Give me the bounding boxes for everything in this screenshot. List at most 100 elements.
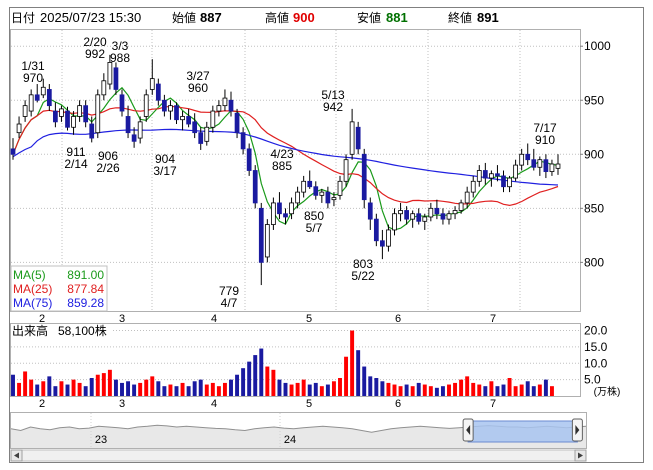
annotation-date: 2/26 — [96, 161, 120, 175]
candle-body — [410, 213, 416, 220]
candle-body — [22, 105, 28, 117]
candle-body — [464, 191, 470, 204]
volume-bar — [180, 382, 185, 396]
candle-body — [398, 210, 403, 215]
volume-bar — [162, 386, 167, 396]
volume-bar — [295, 382, 300, 396]
candle-body — [331, 197, 337, 201]
volume-bar — [398, 386, 403, 396]
volume-bar — [271, 369, 276, 396]
candle-body — [404, 210, 409, 220]
candle-body — [537, 159, 543, 168]
candle-body — [222, 97, 228, 107]
candle-body — [107, 62, 113, 85]
volume-bar — [53, 386, 58, 396]
candle-body — [162, 99, 167, 112]
candle-body — [482, 170, 488, 179]
volume-label: 出来高 — [12, 323, 48, 338]
candle-body — [258, 207, 264, 263]
volume-bar — [440, 386, 445, 396]
volume-bar — [265, 366, 270, 396]
candle-body — [428, 207, 434, 218]
volume-bar — [289, 384, 294, 396]
candle-body — [295, 191, 300, 204]
candle-body — [555, 163, 561, 169]
volume-bar — [168, 384, 173, 396]
volume-x-month-label: 7 — [490, 398, 496, 410]
volume-bar — [471, 382, 476, 396]
close-label: 終値 — [448, 10, 472, 25]
candle-body — [277, 202, 282, 215]
candle-body — [186, 116, 191, 125]
annotation-value: 910 — [535, 133, 555, 147]
candle-body — [101, 80, 107, 96]
volume-y-tick-label: 15.0 — [584, 340, 608, 354]
volume-bar — [253, 355, 258, 396]
candle-body — [361, 153, 367, 201]
open-label: 始値 — [172, 10, 196, 25]
volume-bar — [507, 378, 512, 396]
volume-bar — [95, 374, 100, 396]
annotation-date: 3/17 — [153, 164, 177, 178]
volume-bar — [174, 386, 179, 396]
volume-bar — [107, 369, 112, 396]
volume-bar — [489, 381, 494, 396]
volume-bar — [59, 381, 64, 396]
price-y-tick-label: 800 — [584, 255, 604, 269]
candle-body — [40, 86, 46, 96]
ma-legend: MA(5) 891.00 MA(25) 877.84 MA(75) 859.28 — [10, 265, 108, 312]
candle-body — [355, 126, 361, 150]
candle-body — [210, 110, 216, 128]
volume-value: 58,100株 — [58, 323, 107, 338]
volume-bar — [216, 386, 221, 396]
candle-body — [28, 94, 34, 112]
volume-bar — [447, 384, 451, 396]
volume-x-month-label: 4 — [211, 398, 217, 410]
date-label: 日付 — [11, 11, 35, 25]
candle-body — [513, 164, 518, 179]
volume-x-month-label: 6 — [395, 398, 401, 410]
navigator-scroll-track[interactable] — [10, 449, 587, 462]
candle-body — [53, 110, 58, 123]
candle-body — [337, 180, 343, 196]
candle-body — [313, 186, 319, 196]
volume-bar — [186, 386, 191, 396]
volume-bar — [410, 386, 415, 396]
candle-body — [452, 210, 458, 215]
volume-bar — [422, 384, 427, 396]
candle-body — [234, 112, 240, 134]
navigator-scrollbar[interactable] — [10, 449, 587, 462]
volume-bar — [356, 350, 361, 396]
ma75-label: MA(75) — [13, 296, 52, 310]
volume-bar — [307, 384, 312, 396]
volume-bar — [47, 376, 52, 396]
candle-body — [476, 170, 482, 182]
navigator-selection[interactable] — [467, 420, 578, 443]
annotation-value: 988 — [110, 51, 130, 65]
volume-bar — [83, 386, 88, 396]
volume-bar — [198, 379, 203, 396]
volume-unit: (万株) — [594, 385, 621, 398]
volume-bar — [192, 381, 197, 396]
volume-bar — [204, 384, 209, 396]
candle-body — [386, 229, 391, 247]
volume-bar — [543, 379, 548, 396]
volume-bar — [495, 386, 500, 396]
volume-y-tick-label: 20.0 — [584, 324, 608, 338]
volume-bar — [453, 382, 458, 396]
candle-body — [289, 202, 294, 215]
volume-bar — [120, 382, 124, 396]
volume-bar — [17, 382, 22, 396]
volume-bar — [549, 386, 554, 396]
volume-bar — [319, 386, 324, 396]
volume-bar — [313, 382, 318, 396]
volume-bar — [229, 379, 233, 396]
volume-bar — [380, 381, 385, 396]
volume-bar — [11, 374, 15, 396]
candle-body — [10, 148, 16, 155]
candle-body — [458, 202, 464, 211]
volume-bar — [434, 387, 439, 396]
volume-bar — [277, 379, 282, 396]
candle-body — [155, 83, 161, 101]
volume-bar — [513, 386, 518, 396]
